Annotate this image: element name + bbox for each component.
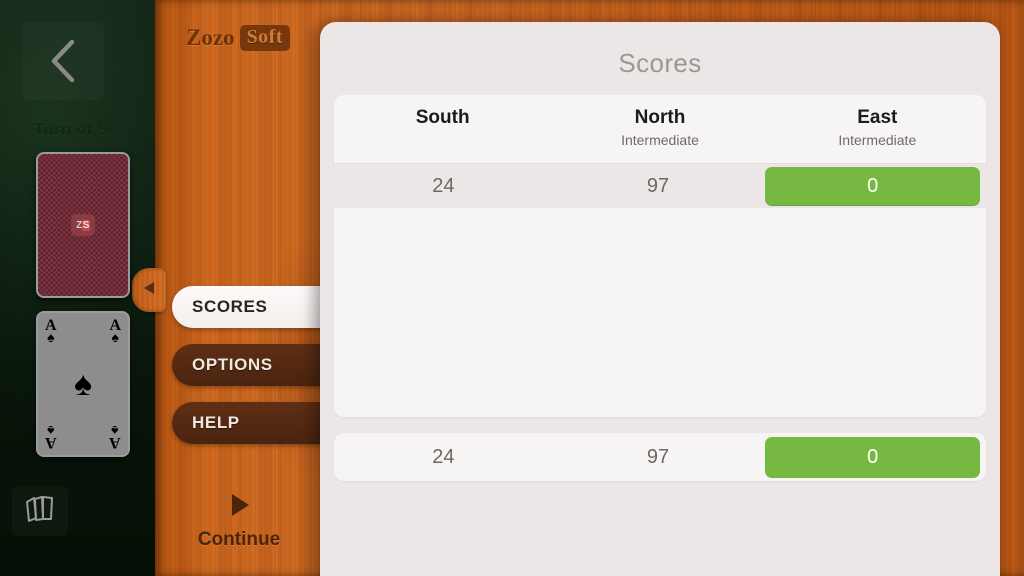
deck-button[interactable]	[12, 486, 68, 536]
spade-icon: ♠	[47, 331, 55, 347]
column-header-level: Intermediate	[838, 132, 917, 148]
table-column-south: South	[334, 107, 551, 149]
card-back-logo-s: S	[81, 219, 90, 231]
column-header-name: East	[857, 107, 898, 128]
totals-row: 24 97 0	[334, 433, 986, 481]
game-screen: Turn of S ZS A ♠ A ♠ ♠ A ♠ A ♠ Zozo Soft…	[0, 0, 1024, 576]
continue-label: Continue	[197, 529, 281, 550]
score-cell-south: 24	[432, 174, 455, 197]
sidebar-item-label: HELP	[192, 413, 240, 432]
back-chevron-icon	[46, 38, 80, 84]
spade-icon: ♠	[47, 421, 55, 437]
column-header-level	[334, 132, 551, 149]
brand-name-secondary: Soft	[239, 25, 291, 51]
table-column-north: North Intermediate	[551, 107, 768, 149]
card-corner-top-left: A ♠	[45, 317, 57, 347]
play-triangle-icon	[224, 490, 254, 525]
back-button[interactable]	[22, 22, 104, 100]
column-header-level: Intermediate	[621, 132, 699, 148]
column-header-name: South	[415, 107, 470, 128]
table-header-row: South North Intermediate East Intermedia…	[334, 95, 986, 164]
page-title: Scores	[618, 48, 702, 78]
left-triangle-icon	[142, 280, 156, 301]
scores-table: South North Intermediate East Intermedia…	[334, 95, 986, 417]
brand-logo: Zozo Soft	[186, 25, 291, 51]
sidebar-menu: SCORES OPTIONS HELP	[172, 286, 332, 460]
sidebar-item-scores[interactable]: SCORES	[172, 286, 332, 328]
score-cell-north: 97	[646, 174, 670, 197]
card-ace-of-spades[interactable]: A ♠ A ♠ ♠ A ♠ A ♠	[36, 311, 130, 457]
continue-button[interactable]: Continue	[180, 490, 298, 551]
turn-label: Turn of S	[34, 120, 110, 139]
card-corner-top-right: A ♠	[109, 317, 121, 347]
table-column-east: East Intermediate	[769, 107, 986, 149]
scores-panel: Scores South North Intermediate East Int…	[320, 22, 1000, 576]
spade-icon: ♠	[73, 365, 93, 403]
score-cell-east: 0	[765, 166, 981, 206]
spade-icon: ♠	[111, 331, 119, 347]
card-corner-bottom-left: A ♠	[45, 421, 57, 451]
deck-cards-icon	[23, 494, 57, 529]
sidebar-item-label: OPTIONS	[192, 355, 273, 374]
sidebar-item-label: SCORES	[192, 297, 268, 316]
sidebar-item-options[interactable]: OPTIONS	[172, 344, 332, 386]
column-header-name: North	[634, 107, 686, 128]
total-cell-east: 0	[765, 436, 981, 478]
brand-name-primary: Zozo	[186, 25, 235, 50]
total-cell-north: 97	[646, 445, 670, 468]
panel-collapse-tab[interactable]	[132, 268, 166, 312]
card-rank: A	[45, 434, 57, 451]
card-back-logo-z: Z	[76, 219, 82, 231]
total-cell-south: 24	[432, 445, 455, 468]
spade-icon: ♠	[111, 421, 119, 437]
table-empty-area	[334, 208, 986, 417]
card-corner-bottom-right: A ♠	[109, 421, 121, 451]
card-back[interactable]: ZS	[36, 152, 130, 298]
card-rank: A	[109, 434, 121, 451]
card-back-logo: ZS	[71, 214, 95, 236]
sidebar-item-help[interactable]: HELP	[172, 402, 332, 444]
table-row: 24 97 0	[334, 164, 986, 208]
